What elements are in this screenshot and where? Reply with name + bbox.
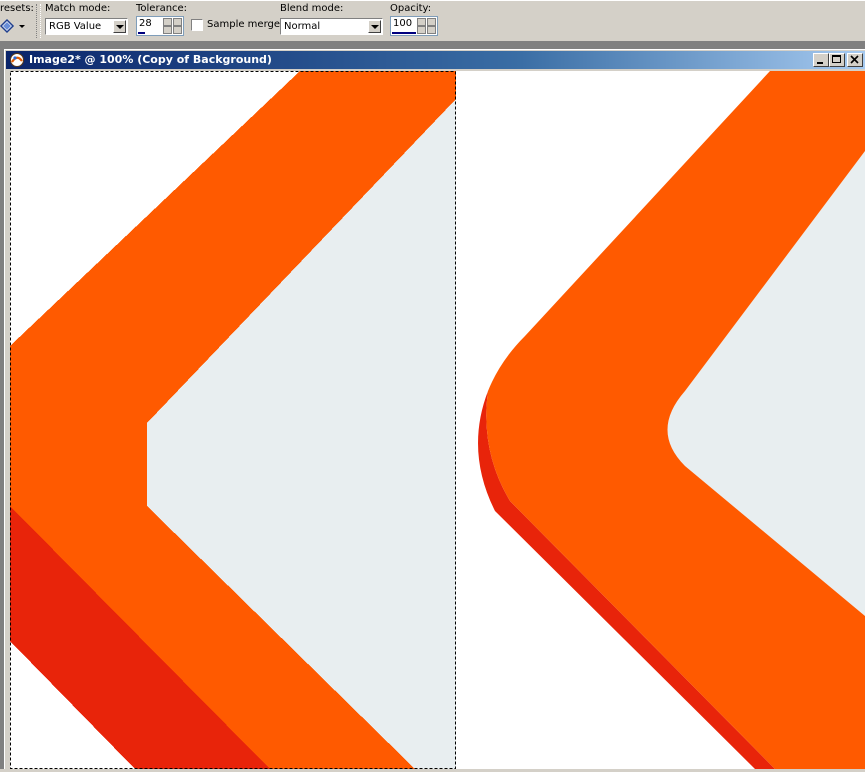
chevron-down-icon[interactable]: [113, 20, 126, 33]
match-mode-value: RGB Value: [49, 21, 101, 32]
tolerance-down-arrow-icon[interactable]: [173, 26, 182, 34]
opacity-down-arrow-icon[interactable]: [427, 26, 436, 34]
opacity-level-bar: [392, 32, 416, 34]
tolerance-level-bar: [138, 32, 145, 34]
sample-merged-checkbox[interactable]: [191, 19, 203, 31]
blend-mode-label: Blend mode:: [280, 3, 343, 14]
image-canvas[interactable]: [10, 71, 865, 769]
presets-dropdown-button[interactable]: [0, 17, 28, 35]
tolerance-up-arrow-icon[interactable]: [163, 18, 172, 26]
toolbar-highlight: [0, 0, 865, 1]
tolerance-stepper[interactable]: 28: [136, 16, 184, 36]
opacity-up-arrow-icon[interactable]: [417, 18, 426, 26]
close-button[interactable]: [847, 53, 863, 67]
tolerance-up-arrow-icon[interactable]: [173, 18, 182, 26]
image-document-icon: [9, 52, 25, 68]
presets-label: resets:: [0, 3, 34, 14]
maximize-icon: [832, 55, 842, 65]
opacity-stepper[interactable]: 100: [390, 16, 438, 36]
minimize-button[interactable]: [813, 53, 829, 67]
opacity-up-arrow-icon[interactable]: [427, 18, 436, 26]
fill-tool-icon: [0, 18, 28, 34]
opacity-value[interactable]: 100: [393, 18, 412, 29]
blend-mode-select[interactable]: Normal: [280, 18, 383, 35]
toolbar-grip[interactable]: [36, 4, 41, 38]
tolerance-down-arrow-icon[interactable]: [163, 26, 172, 34]
minimize-icon: [816, 55, 826, 65]
tool-options-bar: resets: Match mode: RGB Value Tolerance:…: [0, 0, 865, 42]
opacity-down-arrow-icon[interactable]: [417, 26, 426, 34]
canvas-artwork[interactable]: [10, 71, 865, 769]
opacity-label: Opacity:: [390, 3, 431, 14]
document-titlebar[interactable]: Image2* @ 100% (Copy of Background): [6, 51, 865, 69]
blend-mode-value: Normal: [284, 21, 320, 32]
close-icon: [850, 55, 860, 65]
tolerance-value[interactable]: 28: [139, 18, 152, 29]
document-title: Image2* @ 100% (Copy of Background): [29, 53, 272, 66]
maximize-button[interactable]: [829, 53, 845, 67]
tolerance-label: Tolerance:: [136, 3, 187, 14]
match-mode-select[interactable]: RGB Value: [45, 18, 128, 35]
tolerance-spin-arrows[interactable]: [163, 17, 183, 35]
chevron-down-icon[interactable]: [368, 20, 381, 33]
sample-merged-label[interactable]: Sample merged: [207, 19, 286, 30]
match-mode-label: Match mode:: [45, 3, 110, 14]
opacity-spin-arrows[interactable]: [417, 17, 437, 35]
